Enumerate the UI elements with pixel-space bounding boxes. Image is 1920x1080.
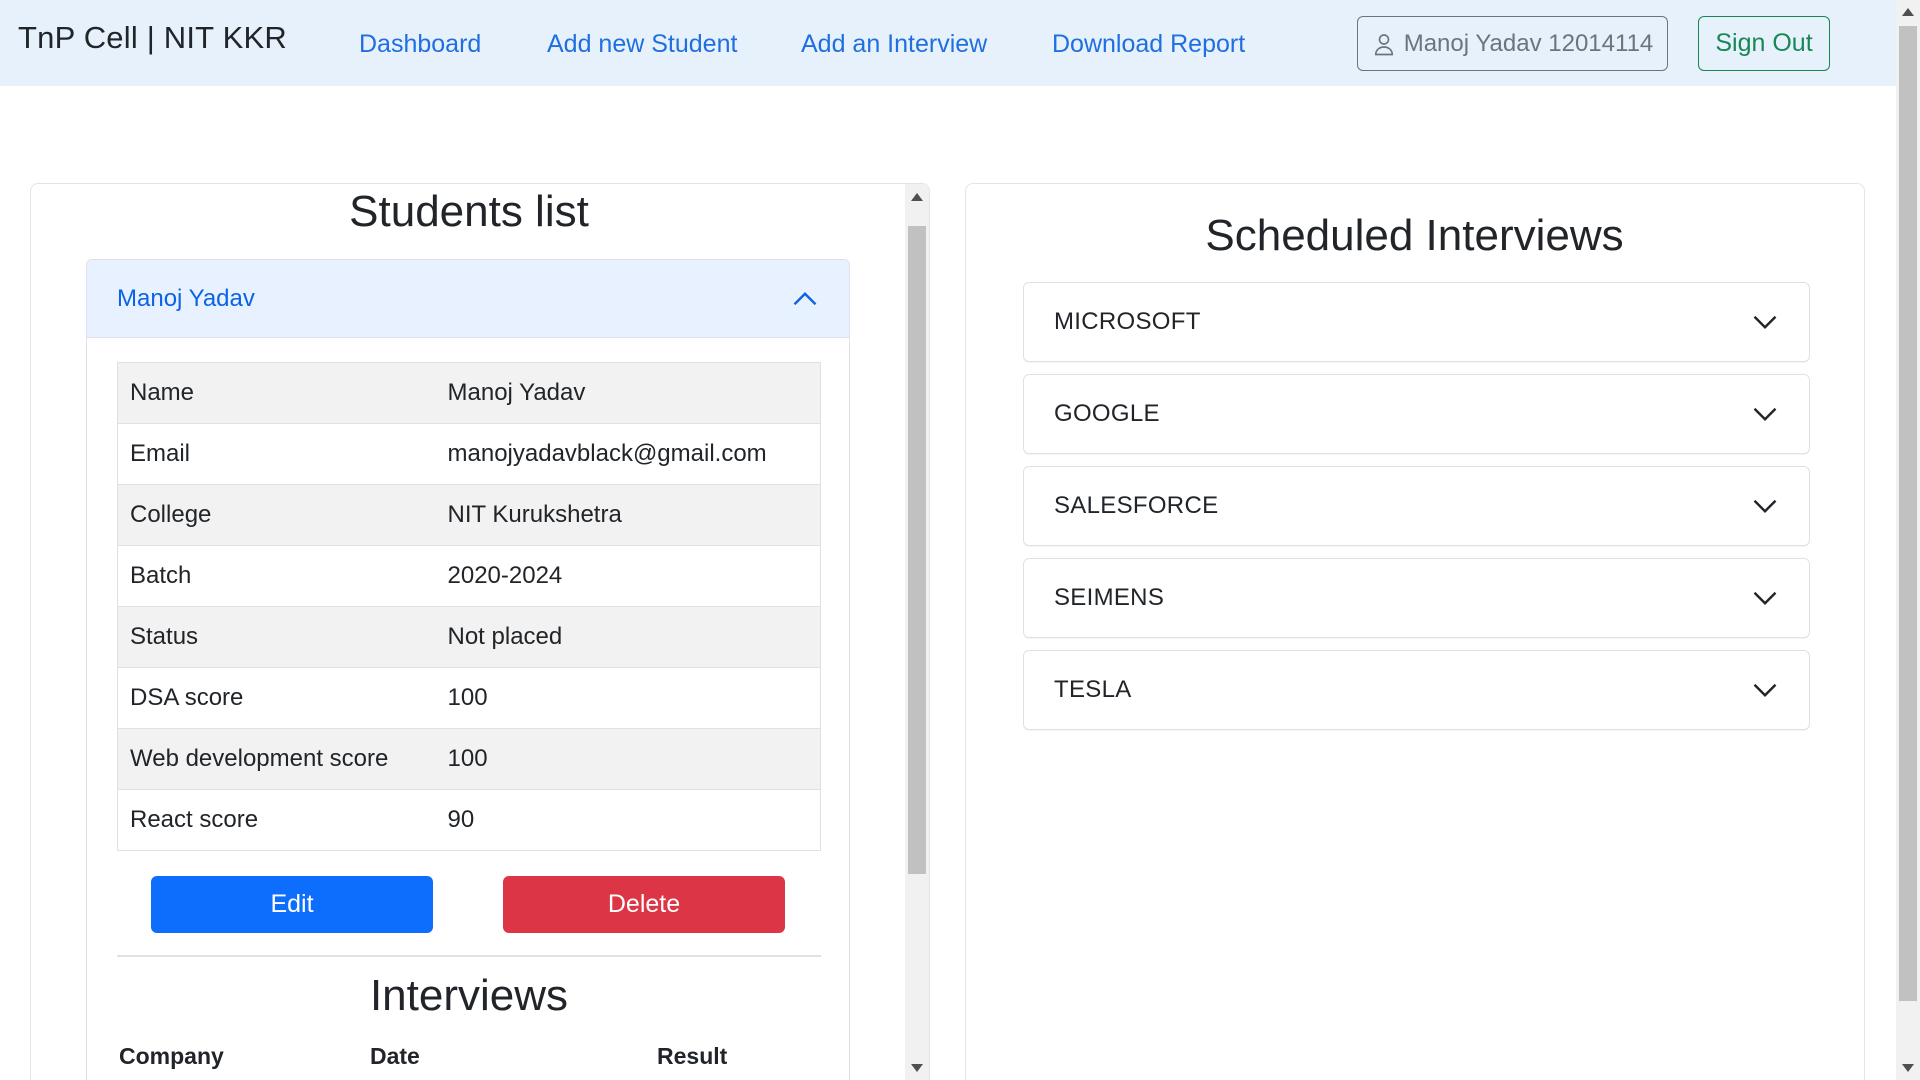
info-value: manojyadavblack@gmail.com — [435, 423, 821, 485]
info-row: Email manojyadavblack@gmail.com — [117, 423, 821, 485]
info-label: Web development score — [117, 728, 436, 790]
chevron-down-icon — [1753, 315, 1777, 329]
info-row: College NIT Kurukshetra — [117, 484, 821, 546]
nav-link-download-report[interactable]: Download Report — [1052, 30, 1245, 59]
company-accordion-item[interactable]: SEIMENS — [1023, 558, 1810, 638]
info-label: College — [117, 484, 436, 546]
brand-title[interactable]: TnP Cell | NIT KKR — [18, 20, 287, 56]
delete-button[interactable]: Delete — [503, 876, 785, 933]
chevron-down-icon — [1753, 407, 1777, 421]
company-accordion-item[interactable]: MICROSOFT — [1023, 282, 1810, 362]
scroll-up-arrow-icon[interactable] — [1902, 8, 1914, 16]
students-title: Students list — [349, 187, 589, 236]
scheduled-title: Scheduled Interviews — [1205, 211, 1624, 260]
chevron-down-icon — [1753, 683, 1777, 697]
info-row: React score 90 — [117, 789, 821, 851]
interviews-table-header: Company Date Result — [117, 1031, 819, 1080]
info-value: NIT Kurukshetra — [435, 484, 821, 546]
column-header-company: Company — [119, 1042, 224, 1069]
info-value: 100 — [435, 667, 821, 729]
info-row: Status Not placed — [117, 606, 821, 668]
company-accordion-item[interactable]: GOOGLE — [1023, 374, 1810, 454]
edit-button[interactable]: Edit — [151, 876, 433, 933]
student-header-name: Manoj Yadav — [117, 284, 255, 312]
chevron-down-icon — [1753, 499, 1777, 513]
company-name: GOOGLE — [1054, 400, 1160, 427]
company-name: TESLA — [1054, 676, 1132, 703]
user-label: Manoj Yadav 12014114 — [1403, 29, 1654, 57]
interviews-title: Interviews — [369, 970, 569, 1020]
info-row: Batch 2020-2024 — [117, 545, 821, 607]
page-scrollbar[interactable] — [1896, 0, 1920, 1080]
nav-link-add-student[interactable]: Add new Student — [547, 30, 737, 59]
user-button[interactable]: Manoj Yadav 12014114 — [1357, 16, 1668, 71]
company-name: SALESFORCE — [1054, 492, 1219, 519]
student-accordion: Manoj Yadav Name Manoj Yadav Email manojyad… — [86, 259, 850, 1080]
nav-link-dashboard[interactable]: Dashboard — [359, 30, 481, 59]
scrollbar-thumb[interactable] — [1899, 26, 1917, 1001]
column-header-date: Date — [370, 1042, 420, 1069]
info-row: Name Manoj Yadav — [117, 362, 821, 424]
nav-link-add-interview[interactable]: Add an Interview — [801, 30, 987, 59]
company-accordion-item[interactable]: SALESFORCE — [1023, 466, 1810, 546]
scroll-down-arrow-icon[interactable] — [911, 1064, 923, 1072]
info-label: Batch — [117, 545, 436, 607]
info-label: Email — [117, 423, 436, 485]
scheduled-interviews-card: Scheduled Interviews MICROSOFT GOOGLE SALE… — [965, 183, 1865, 1080]
info-row: Web development score 100 — [117, 728, 821, 790]
info-label: React score — [117, 789, 436, 851]
info-label: Status — [117, 606, 436, 668]
student-accordion-header[interactable]: Manoj Yadav — [87, 260, 849, 338]
sign-out-button[interactable]: Sign Out — [1698, 16, 1830, 71]
info-value: Not placed — [435, 606, 821, 668]
column-header-result: Result — [657, 1042, 728, 1069]
student-actions: Edit Delete — [117, 851, 819, 955]
navbar: TnP Cell | NIT KKR Dashboard Add new Stu… — [0, 0, 1896, 86]
students-card: Students list Manoj Yadav Name Manoj Yada… — [30, 183, 930, 1080]
info-value: 100 — [435, 728, 821, 790]
chevron-down-icon — [1753, 591, 1777, 605]
students-scrollbar[interactable] — [905, 184, 929, 1080]
company-accordion-item[interactable]: TESLA — [1023, 650, 1810, 730]
scroll-down-arrow-icon[interactable] — [1902, 1064, 1914, 1072]
person-icon — [1374, 33, 1393, 55]
student-accordion-body: Name Manoj Yadav Email manojyadavblack@gmai… — [87, 338, 849, 1080]
info-label: DSA score — [117, 667, 436, 729]
student-info-table: Name Manoj Yadav Email manojyadavblack@gmai… — [117, 362, 821, 851]
info-value: 90 — [435, 789, 821, 851]
divider — [117, 955, 821, 957]
scroll-up-arrow-icon[interactable] — [911, 193, 923, 201]
info-label: Name — [117, 362, 436, 424]
info-value: Manoj Yadav — [435, 362, 821, 424]
scrollbar-thumb[interactable] — [908, 226, 926, 874]
info-row: DSA score 100 — [117, 667, 821, 729]
info-value: 2020-2024 — [435, 545, 821, 607]
company-name: MICROSOFT — [1054, 308, 1201, 335]
company-name: SEIMENS — [1054, 584, 1165, 611]
chevron-up-icon — [793, 291, 817, 305]
